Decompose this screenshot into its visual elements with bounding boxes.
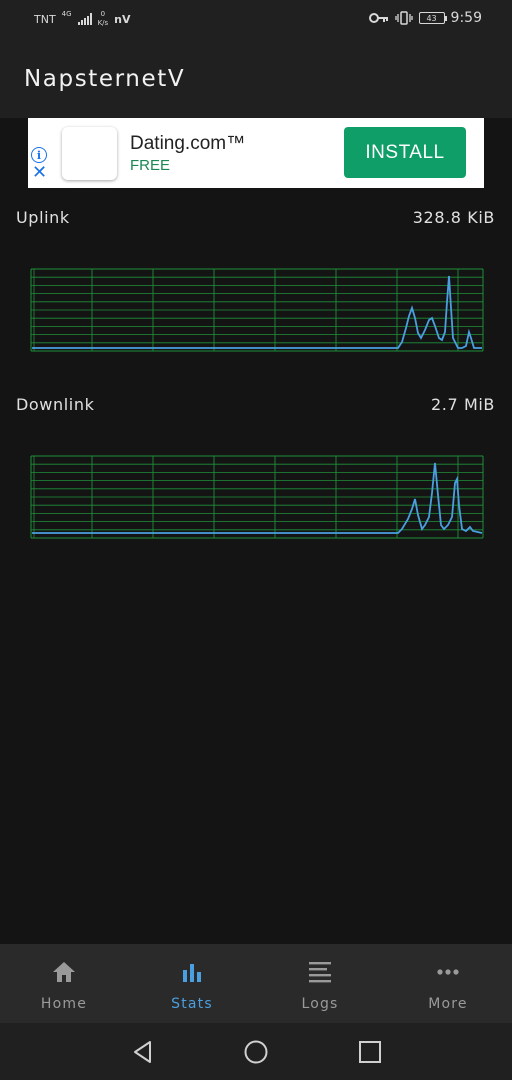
vibrate-icon [394, 11, 413, 25]
uplink-traffic-line [32, 275, 482, 349]
uplink-graph [30, 268, 484, 352]
status-right: 43 9:59 [368, 10, 482, 26]
more-dots-icon [437, 969, 459, 975]
signal-icon [77, 13, 92, 25]
ad-app-logo[interactable] [62, 127, 117, 180]
system-navigation-bar [0, 1023, 512, 1080]
ad-info-icon[interactable]: i [31, 147, 47, 163]
clock: 9:59 [450, 10, 482, 26]
ad-banner[interactable]: i ✕ Dating.com™ FREE INSTALL [28, 118, 484, 188]
network-type: 4G [61, 10, 72, 18]
nav-stats[interactable]: Stats [128, 944, 256, 1023]
downlink-graph-grid [30, 455, 484, 539]
status-left: TNT 4G 0 K/s nV [34, 10, 131, 28]
nav-home-label: Home [40, 996, 88, 1012]
network-speed-value: 0 [100, 10, 106, 18]
nav-home[interactable]: Home [0, 944, 128, 1023]
network-speed: 0 K/s [98, 10, 109, 28]
downlink-traffic-line [32, 462, 483, 534]
uplink-graph-grid [30, 268, 484, 352]
ad-title[interactable]: Dating.com™ [130, 133, 245, 155]
carrier-label: TNT [34, 12, 56, 26]
battery-level: 43 [426, 13, 437, 23]
downlink-label: Downlink [16, 395, 95, 414]
uplink-label: Uplink [16, 208, 70, 227]
nav-logs-label: Logs [301, 996, 339, 1012]
ad-subtitle: FREE [130, 157, 171, 174]
ad-install-button[interactable]: INSTALL [344, 127, 466, 178]
home-circle-icon[interactable] [243, 1039, 269, 1065]
downlink-value: 2.7 MiB [431, 395, 495, 414]
app-title: NapsternetV [24, 66, 186, 92]
vpn-app-indicator: nV [114, 12, 131, 26]
nav-logs[interactable]: Logs [256, 944, 384, 1023]
nav-stats-label: Stats [171, 996, 213, 1012]
ad-close-icon[interactable]: ✕ [32, 164, 47, 182]
back-icon[interactable] [130, 1039, 156, 1065]
nav-more[interactable]: More [384, 944, 512, 1023]
uplink-value: 328.8 KiB [412, 208, 495, 227]
battery-icon: 43 [418, 12, 447, 24]
bottom-navigation: Home Stats Logs More [0, 944, 512, 1023]
status-bar: TNT 4G 0 K/s nV 43 9:59 [0, 0, 512, 38]
home-icon [53, 962, 75, 982]
recents-icon[interactable] [357, 1039, 383, 1065]
network-speed-unit: K/s [97, 19, 109, 27]
downlink-graph [30, 455, 484, 539]
bar-chart-icon [183, 964, 201, 982]
nav-more-label: More [428, 996, 468, 1012]
list-lines-icon [309, 962, 331, 983]
app-bar: NapsternetV [0, 38, 512, 118]
key-icon [368, 13, 388, 23]
